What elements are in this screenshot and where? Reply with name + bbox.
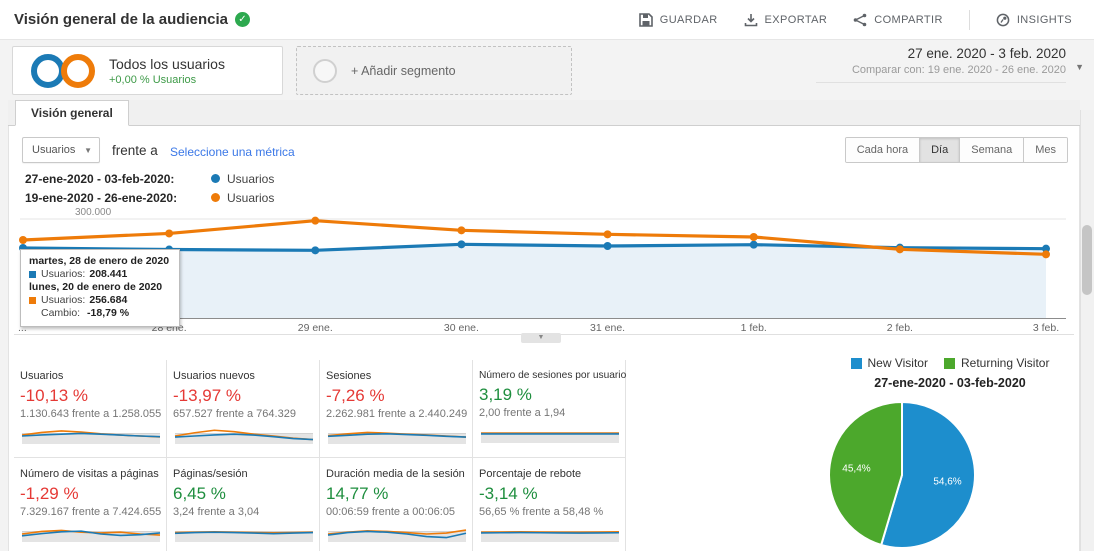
tooltip-square-blue-icon (29, 271, 36, 278)
svg-text:31 ene.: 31 ene. (590, 322, 625, 334)
vertical-scrollbar-track[interactable] (1080, 110, 1094, 551)
segment-all-users[interactable]: Todos los usuarios +0,00 % Usuarios (12, 46, 283, 95)
pie-legend-returning-visitor: Returning Visitor (944, 356, 1050, 370)
svg-text:30 ene.: 30 ene. (444, 322, 479, 334)
vs-label: frente a (112, 143, 158, 158)
save-button[interactable]: GUARDAR (639, 13, 718, 27)
insights-button[interactable]: INSIGHTS (996, 13, 1072, 27)
svg-text:45,4%: 45,4% (842, 463, 870, 474)
sparkline (173, 522, 315, 544)
export-button[interactable]: EXPORTAR (744, 13, 828, 27)
chart-tooltip: martes, 28 de enero de 2020 Usuarios: 20… (20, 249, 180, 327)
metric-card-sesiones-por-usuario: Número de sesiones por usuario 3,19 % 2,… (473, 360, 626, 458)
granularity-month-button[interactable]: Mes (1023, 138, 1067, 162)
legend-square-blue-icon (851, 358, 862, 369)
granularity-week-button[interactable]: Semana (959, 138, 1023, 162)
metric-select-dropdown[interactable]: Usuarios ▼ (22, 137, 100, 163)
metrics-summary-grid: Usuarios -10,13 % 1.130.643 frente a 1.2… (14, 360, 626, 551)
pie-title: 27-ene-2020 - 03-feb-2020 (810, 376, 1090, 390)
metric-card-usuarios-nuevos: Usuarios nuevos -13,97 % 657.527 frente … (167, 360, 320, 458)
segment-ring-blue-icon (31, 54, 65, 88)
sparkline (20, 424, 162, 446)
date-range-text: 27 ene. 2020 - 3 feb. 2020 (816, 46, 1066, 61)
metric-card-usuarios: Usuarios -10,13 % 1.130.643 frente a 1.2… (14, 360, 167, 458)
chart-collapse-handle[interactable]: ▼ (521, 333, 561, 343)
granularity-hourly-button[interactable]: Cada hora (846, 138, 919, 162)
sparkline (326, 522, 468, 544)
metric-card-sesiones: Sesiones -7,26 % 2.262.981 frente a 2.44… (320, 360, 473, 458)
pie-legend-new-visitor: New Visitor (851, 356, 928, 370)
chart-legend: 27-ene-2020 - 03-feb-2020: Usuarios 19-e… (25, 169, 274, 207)
legend-dot-orange-icon (211, 193, 220, 202)
header-toolbar: GUARDAR EXPORTAR COMPARTIR INSIGHTS (639, 0, 1072, 40)
tooltip-square-orange-icon (29, 297, 36, 304)
tab-overview[interactable]: Visión general (15, 100, 129, 126)
tooltip-change-value: -18,79 % (87, 307, 129, 319)
legend-row-current: 27-ene-2020 - 03-feb-2020: Usuarios (25, 169, 274, 188)
vertical-scrollbar-thumb[interactable] (1082, 225, 1092, 295)
date-range-picker[interactable]: 27 ene. 2020 - 3 feb. 2020 Comparar con:… (816, 46, 1066, 83)
svg-text:54,6%: 54,6% (933, 477, 961, 488)
audience-overview-page: Visión general de la audiencia ✓ GUARDAR… (0, 0, 1094, 551)
share-icon (853, 13, 867, 27)
download-icon (744, 13, 758, 27)
insights-icon (996, 13, 1010, 27)
select-metric-link[interactable]: Seleccione una métrica (170, 145, 295, 159)
sparkline (20, 522, 162, 544)
header-bar: Visión general de la audiencia ✓ GUARDAR… (0, 0, 1094, 40)
share-button[interactable]: COMPARTIR (853, 13, 943, 27)
add-segment-button[interactable]: + Añadir segmento (296, 46, 572, 95)
svg-text:1 feb.: 1 feb. (741, 322, 767, 334)
metric-card-porcentaje-rebote: Porcentaje de rebote -3,14 % 56,65 % fre… (473, 458, 626, 551)
metric-card-duracion-sesion: Duración media de la sesión 14,77 % 00:0… (320, 458, 473, 551)
add-segment-label: + Añadir segmento (351, 64, 456, 78)
segment-ring-orange-icon (61, 54, 95, 88)
page-title: Visión general de la audiencia (14, 11, 228, 28)
tab-bar: Visión general (8, 100, 1080, 126)
toolbar-divider (969, 10, 970, 30)
segment-title: Todos los usuarios (109, 56, 225, 72)
chevron-down-icon: ▼ (1075, 62, 1084, 72)
sparkline (479, 522, 621, 544)
sparkline (173, 424, 315, 446)
metric-card-paginas-sesion: Páginas/sesión 6,45 % 3,24 frente a 3,04 (167, 458, 320, 551)
verified-check-icon: ✓ (235, 12, 250, 27)
visitor-type-pie-chart[interactable]: 54,6% 45,4% (822, 393, 982, 551)
metric-card-visitas-paginas: Número de visitas a páginas -1,29 % 7.32… (14, 458, 167, 551)
legend-dot-blue-icon (211, 174, 220, 183)
svg-text:29 ene.: 29 ene. (298, 322, 333, 334)
granularity-day-button[interactable]: Día (919, 138, 959, 162)
add-segment-circle-icon (313, 59, 337, 83)
legend-square-green-icon (944, 358, 955, 369)
pie-legend: New Visitor Returning Visitor (810, 356, 1090, 370)
sparkline (326, 424, 468, 446)
svg-text:3 feb.: 3 feb. (1033, 322, 1059, 334)
sparkline (479, 423, 621, 445)
granularity-button-group: Cada hora Día Semana Mes (845, 137, 1068, 163)
segment-delta: +0,00 % Usuarios (109, 74, 225, 86)
chevron-down-icon: ▼ (84, 139, 92, 163)
save-icon (639, 13, 653, 27)
svg-text:300.000: 300.000 (75, 207, 112, 218)
date-compare-text: Comparar con: 19 ene. 2020 - 26 ene. 202… (816, 64, 1066, 76)
svg-text:2 feb.: 2 feb. (887, 322, 913, 334)
